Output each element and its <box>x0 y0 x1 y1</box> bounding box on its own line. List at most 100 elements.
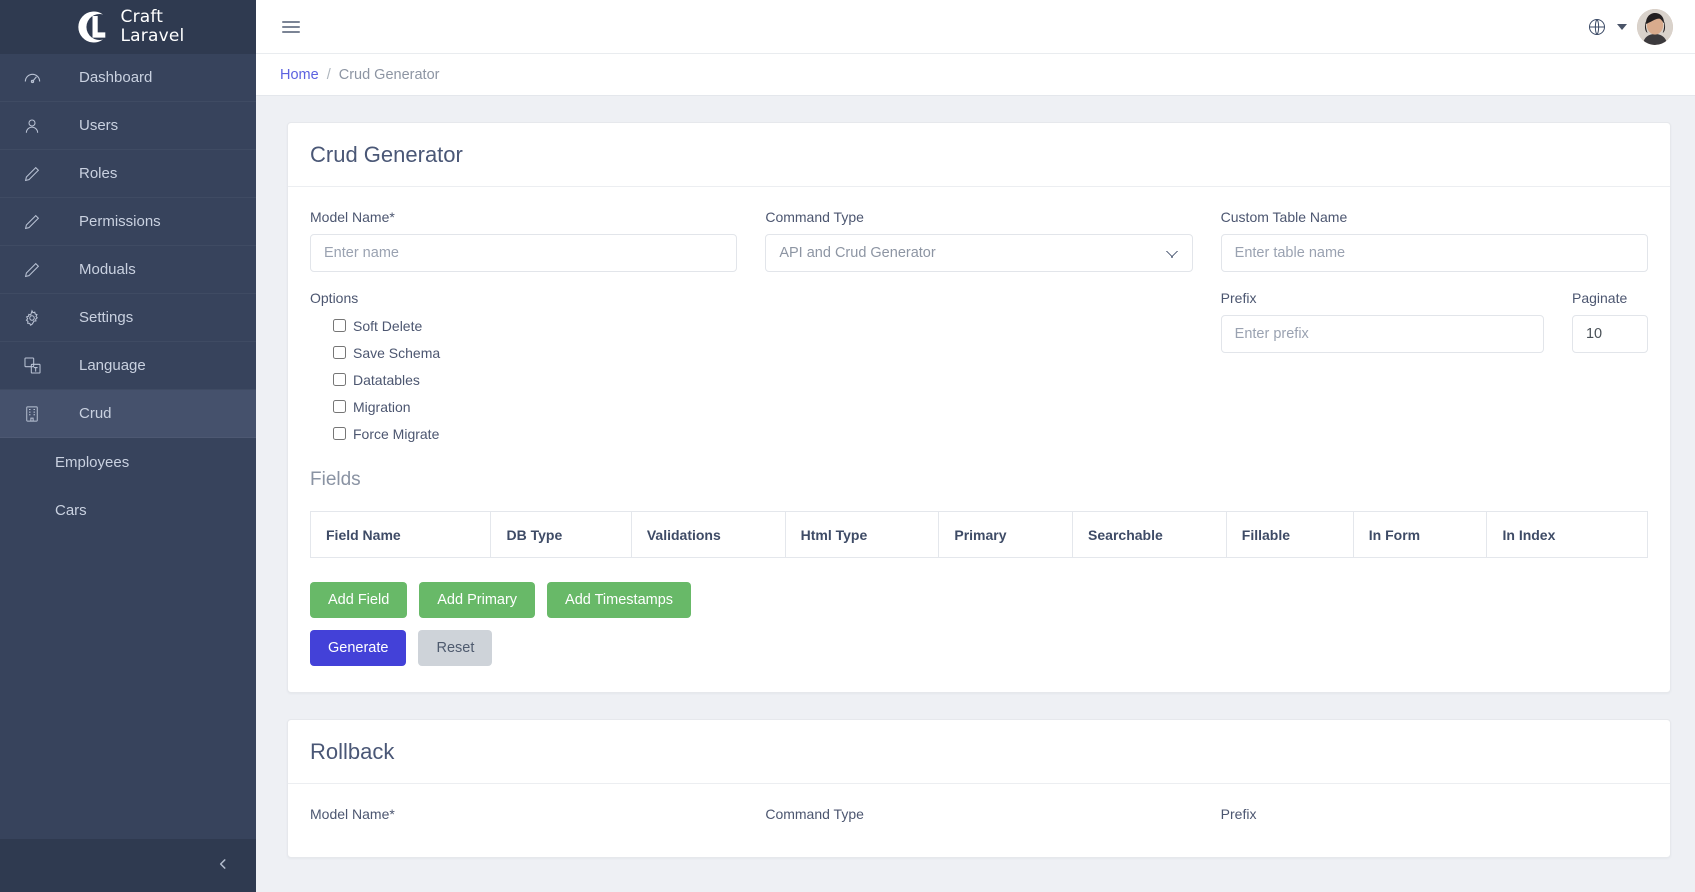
fields-table-head: Field Name DB Type Validations Html Type… <box>309 511 1648 558</box>
add-field-button[interactable]: Add Field <box>310 582 408 619</box>
rollback-card-header: Rollback <box>288 720 1670 785</box>
sidebar-item-label: Permissions <box>79 213 161 230</box>
custom-table-name-group: Custom Table Name <box>1220 209 1648 272</box>
custom-table-name-input[interactable] <box>1220 234 1648 272</box>
craft-laravel-logo-icon <box>72 7 112 47</box>
prefix-input[interactable] <box>1220 315 1544 353</box>
rollback-model-name-column: Model Name* <box>310 806 737 831</box>
generate-button[interactable]: Generate <box>310 630 407 667</box>
fields-section-title: Fields <box>310 469 361 490</box>
sidebar-logo-line2: Laravel <box>120 26 185 46</box>
breadcrumb-home-link[interactable]: Home <box>280 67 319 83</box>
column-header-in-form: In Form <box>1352 511 1488 558</box>
model-name-column: Model Name* Options Soft Delete <box>310 209 738 447</box>
command-type-group: Command Type API and Crud Generator <box>765 209 1193 272</box>
model-name-label: Model Name* <box>310 209 395 225</box>
caret-down-icon[interactable] <box>1617 23 1627 30</box>
sidebar-subitem-label: Employees <box>55 453 130 471</box>
crud-generator-card-body: Model Name* Options Soft Delete <box>288 187 1670 692</box>
rollback-model-name-label: Model Name* <box>310 806 395 823</box>
crud-form-top-row: Model Name* Options Soft Delete <box>310 209 1648 447</box>
column-header-validations: Validations <box>630 511 786 558</box>
column-header-searchable: Searchable <box>1072 511 1227 558</box>
user-icon <box>23 116 51 136</box>
gear-icon <box>23 308 51 328</box>
checkbox-migration-input[interactable] <box>333 400 346 413</box>
checkbox-migration[interactable]: Migration <box>333 393 737 420</box>
rollback-prefix-label: Prefix <box>1220 806 1257 823</box>
sidebar-item-crud[interactable]: Crud <box>0 390 256 438</box>
sidebar-item-label: Settings <box>79 309 134 326</box>
hamburger-icon[interactable] <box>280 12 302 42</box>
breadcrumb-current: Crud Generator <box>338 66 440 83</box>
crud-generator-card: Crud Generator Model Name* Options <box>287 122 1671 694</box>
pencil-icon <box>23 164 51 184</box>
building-icon <box>23 404 51 424</box>
options-checkbox-list: Soft Delete Save Schema Datatables Migra… <box>310 312 737 447</box>
column-header-in-index: In Index <box>1486 511 1648 558</box>
sidebar-logo-text: Craft Laravel <box>121 8 185 46</box>
sidebar-item-moduals[interactable]: Moduals <box>0 246 256 294</box>
sidebar-collapse-button[interactable] <box>0 839 256 892</box>
checkbox-soft-delete-input[interactable] <box>333 319 346 332</box>
breadcrumb-separator: / <box>326 66 331 83</box>
sidebar-logo[interactable]: Craft Laravel <box>0 0 256 54</box>
topbar-actions <box>1587 8 1673 45</box>
sidebar-item-label: Roles <box>79 165 118 182</box>
rollback-command-type-column: Command Type <box>765 806 1192 831</box>
sidebar-logo-line1: Craft <box>120 7 164 27</box>
checkbox-label: Soft Delete <box>353 317 423 334</box>
checkbox-save-schema[interactable]: Save Schema <box>333 339 737 366</box>
custom-table-name-label: Custom Table Name <box>1220 209 1348 225</box>
user-avatar[interactable] <box>1637 8 1673 45</box>
sidebar-item-settings[interactable]: Settings <box>0 294 256 342</box>
sidebar-item-language[interactable]: Language <box>0 342 256 390</box>
sidebar-item-employees[interactable]: Employees <box>0 438 256 486</box>
sidebar-item-users[interactable]: Users <box>0 102 256 150</box>
column-header-field-name: Field Name <box>309 511 492 558</box>
sidebar-item-label: Crud <box>79 405 112 422</box>
sidebar-item-roles[interactable]: Roles <box>0 150 256 198</box>
checkbox-force-migrate-input[interactable] <box>333 427 346 440</box>
rollback-form-row: Model Name* Command Type Prefix <box>310 806 1648 831</box>
pencil-icon <box>23 212 51 232</box>
checkbox-label: Save Schema <box>353 344 441 361</box>
paginate-input[interactable] <box>1571 315 1648 353</box>
sidebar-item-permissions[interactable]: Permissions <box>0 198 256 246</box>
options-label: Options <box>310 290 359 306</box>
chevron-left-icon <box>216 855 230 877</box>
app-root: Craft Laravel Dashboard Users Roles Perm… <box>0 0 1695 892</box>
translate-icon <box>23 356 51 376</box>
topbar <box>256 0 1695 54</box>
checkbox-label: Migration <box>353 398 411 415</box>
fields-table-header-row: Field Name DB Type Validations Html Type… <box>309 511 1648 558</box>
sidebar-item-cars[interactable]: Cars <box>0 486 256 534</box>
globe-icon[interactable] <box>1587 17 1607 37</box>
column-header-primary: Primary <box>938 511 1074 558</box>
fields-table: Field Name DB Type Validations Html Type… <box>309 511 1648 558</box>
field-action-buttons: Add Field Add Primary Add Timestamps <box>310 582 1648 619</box>
checkbox-soft-delete[interactable]: Soft Delete <box>333 312 737 339</box>
page-content: Crud Generator Model Name* Options <box>256 96 1695 892</box>
command-type-select[interactable]: API and Crud Generator <box>765 234 1193 272</box>
add-timestamps-button[interactable]: Add Timestamps <box>547 582 692 619</box>
pencil-icon <box>23 260 51 280</box>
checkbox-force-migrate[interactable]: Force Migrate <box>333 420 737 447</box>
rollback-command-type-label: Command Type <box>765 806 864 823</box>
add-primary-button[interactable]: Add Primary <box>419 582 536 619</box>
breadcrumb: Home / Crud Generator <box>256 54 1695 96</box>
model-name-input[interactable] <box>310 234 738 272</box>
rollback-prefix-column: Prefix <box>1221 806 1648 831</box>
table-prefix-column: Custom Table Name Prefix Paginate <box>1220 209 1648 447</box>
sidebar: Craft Laravel Dashboard Users Roles Perm… <box>0 0 256 892</box>
rollback-card: Rollback Model Name* Command Type Prefix <box>287 719 1671 859</box>
reset-button[interactable]: Reset <box>418 630 493 667</box>
speedometer-icon <box>23 68 51 88</box>
sidebar-item-label: Users <box>79 117 119 134</box>
prefix-label: Prefix <box>1220 290 1257 306</box>
sidebar-item-dashboard[interactable]: Dashboard <box>0 54 256 102</box>
checkbox-datatables-input[interactable] <box>333 373 346 386</box>
prefix-paginate-row: Prefix Paginate <box>1220 290 1648 353</box>
checkbox-datatables[interactable]: Datatables <box>333 366 737 393</box>
checkbox-save-schema-input[interactable] <box>333 346 346 359</box>
